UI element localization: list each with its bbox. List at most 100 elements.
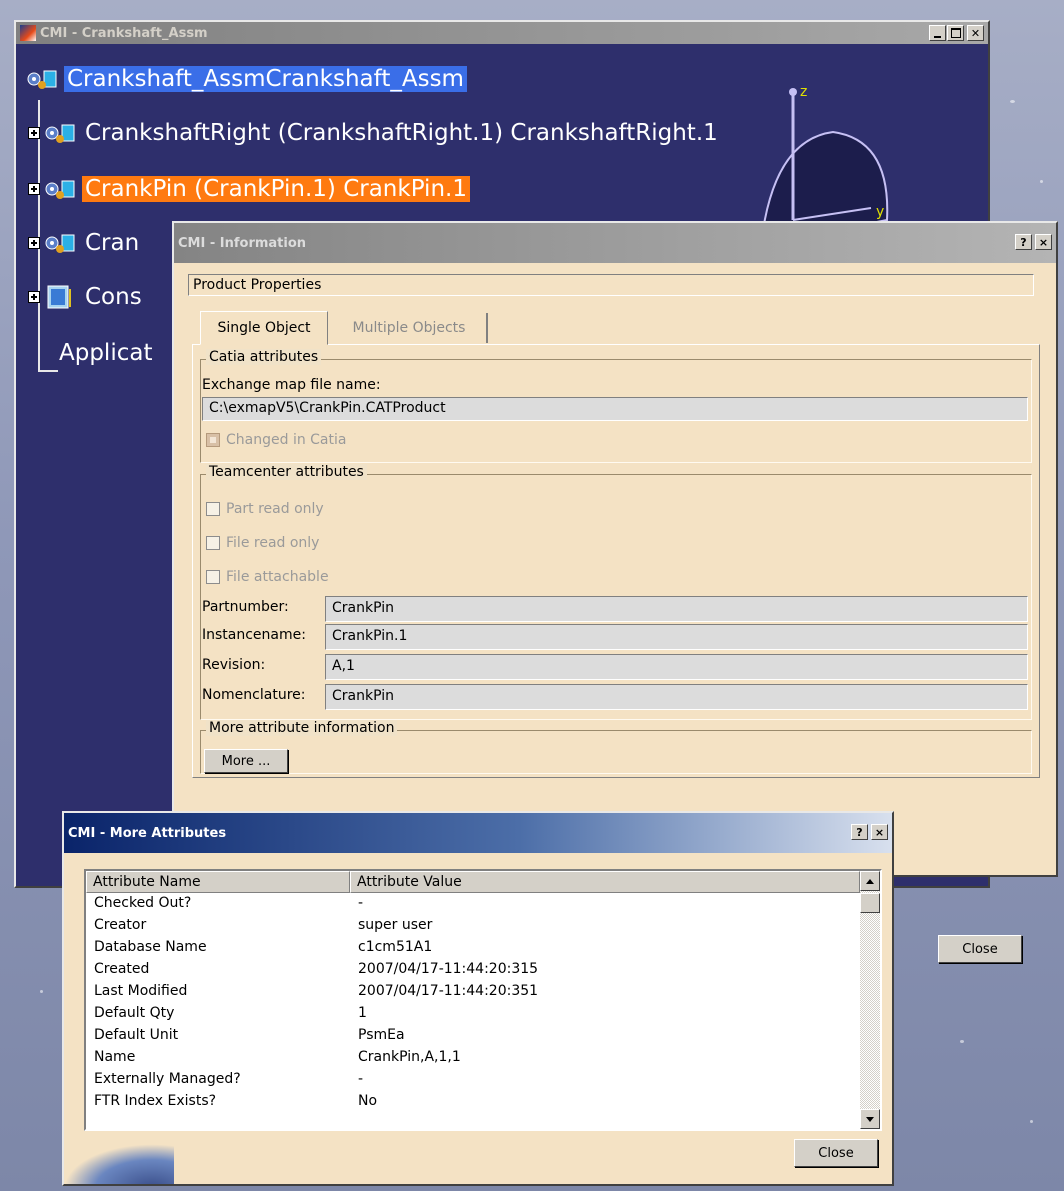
attribute-value-cell: 1 [358,1005,367,1021]
tree-item-constraints[interactable]: Cons [28,280,145,314]
tree-item-crankpin[interactable]: CrankPin (CrankPin.1) CrankPin.1 [28,172,470,206]
help-icon: ? [1020,235,1027,249]
assembly-icon [42,175,78,203]
file-attachable-checkbox[interactable]: File attachable [206,569,329,585]
background-star [1040,180,1043,183]
minimize-icon [934,35,941,38]
attribute-value-cell: c1cm51A1 [358,939,433,955]
attribute-name-cell: FTR Index Exists? [94,1093,217,1109]
help-button[interactable]: ? [851,824,868,840]
tree-root-label: Crankshaft_AssmCrankshaft_Assm [64,66,467,92]
nomenclature-field[interactable]: CrankPin [325,684,1028,710]
help-icon: ? [856,825,863,839]
attribute-value-cell: super user [358,917,433,933]
vertical-scrollbar[interactable] [860,871,880,1129]
background-star [40,990,43,993]
tree-window-titlebar[interactable]: CMI - Crankshaft_Assm [16,22,988,44]
assembly-icon [24,65,60,93]
attribute-name-cell: Name [94,1049,136,1065]
scroll-up-button[interactable] [860,871,880,891]
attribute-name-cell: Default Unit [94,1027,179,1043]
maximize-button[interactable] [947,25,964,41]
attribute-name-cell: Externally Managed? [94,1071,241,1087]
scroll-down-button[interactable] [860,1109,880,1129]
more-button[interactable]: More ... [204,749,288,773]
attribute-name-cell: Last Modified [94,983,188,999]
close-x-button[interactable]: × [1035,234,1052,250]
background-star [960,1040,964,1043]
partnumber-label: Partnumber: [202,599,289,615]
part-read-only-label: Part read only [226,501,324,517]
product-properties-bar: Product Properties [188,274,1034,296]
tab-single-object[interactable]: Single Object [200,311,328,345]
close-x-button[interactable]: × [871,824,888,840]
attributes-grid[interactable]: Attribute Name Attribute Value Checked O… [84,869,882,1131]
background-star [1030,1120,1033,1123]
help-button[interactable]: ? [1015,234,1032,250]
expand-plus-icon[interactable] [28,291,40,303]
tree-item-label: Cons [85,284,142,310]
tree-item-label: Cran [85,230,140,256]
attribute-value-cell: - [358,895,364,911]
assembly-icon [42,229,78,257]
close-icon: × [1038,235,1049,249]
column-header-attribute-value[interactable]: Attribute Value [350,871,860,893]
minimize-button[interactable] [929,25,946,41]
tree-item-label: CrankPin (CrankPin.1) CrankPin.1 [82,176,470,202]
file-read-only-label: File read only [226,535,320,551]
file-read-only-checkbox[interactable]: File read only [206,535,319,551]
triangle-down-icon [866,1116,874,1122]
information-close-button[interactable]: Close [938,935,1022,963]
tree-connector-line [38,370,58,372]
checkbox-checked-icon [206,433,220,447]
more-attribute-group [200,730,1032,774]
more-attributes-dialog: CMI - More Attributes ? × Attribute Name… [62,811,894,1186]
close-icon: × [874,825,885,839]
nomenclature-label: Nomenclature: [202,687,306,703]
attribute-value-cell: PsmEa [358,1027,405,1043]
more-attributes-close-button[interactable]: Close [794,1139,878,1167]
changed-in-catia-checkbox[interactable]: Changed in Catia [206,432,346,448]
attribute-name-cell: Default Qty [94,1005,175,1021]
scroll-thumb[interactable] [860,893,880,913]
more-attributes-title: CMI - More Attributes [68,825,227,841]
exchange-map-label: Exchange map file name: [202,377,381,393]
part-read-only-checkbox[interactable]: Part read only [206,501,324,517]
expand-plus-icon[interactable] [28,127,40,139]
attribute-value-cell: 2007/04/17-11:44:20:351 [358,983,539,999]
file-attachable-label: File attachable [226,569,329,585]
partnumber-field[interactable]: CrankPin [325,596,1028,622]
tree-item-cran[interactable]: Cran [28,226,142,260]
teamcenter-attributes-title: Teamcenter attributes [206,464,367,480]
maximize-icon [950,28,961,38]
attribute-value-cell: 2007/04/17-11:44:20:315 [358,961,539,977]
revision-field[interactable]: A,1 [325,654,1028,680]
constraints-icon [42,283,78,311]
information-dialog: CMI - Information ? × Product Properties… [172,221,1058,963]
tree-window-title: CMI - Crankshaft_Assm [40,25,208,41]
expand-plus-icon[interactable] [28,183,40,195]
tab-multiple-objects[interactable]: Multiple Objects [332,313,488,343]
tree-root-row[interactable]: Crankshaft_AssmCrankshaft_Assm [24,62,467,96]
checkbox-icon [206,502,220,516]
attribute-value-cell: CrankPin,A,1,1 [358,1049,461,1065]
column-header-attribute-name[interactable]: Attribute Name [86,871,350,893]
tree-item-crankshaftright[interactable]: CrankshaftRight (CrankshaftRight.1) Cran… [28,116,721,150]
attribute-name-cell: Created [94,961,150,977]
tree-item-applications[interactable]: Applicat [56,336,155,370]
exchange-map-field[interactable]: C:\exmapV5\CrankPin.CATProduct [202,397,1028,421]
assembly-icon [42,119,78,147]
expand-plus-icon[interactable] [28,237,40,249]
revision-label: Revision: [202,657,266,673]
y-axis-label: y [876,204,885,220]
information-titlebar[interactable]: CMI - Information [174,223,1056,263]
more-attributes-titlebar[interactable]: CMI - More Attributes [64,813,892,853]
attribute-name-cell: Creator [94,917,147,933]
app-logo-icon [20,25,36,41]
tree-item-label: CrankshaftRight (CrankshaftRight.1) Cran… [85,120,718,146]
instancename-field[interactable]: CrankPin.1 [325,624,1028,650]
close-button[interactable]: ✕ [967,25,984,41]
attribute-value-cell: No [358,1093,378,1109]
triangle-up-icon [866,878,874,884]
checkbox-icon [206,536,220,550]
